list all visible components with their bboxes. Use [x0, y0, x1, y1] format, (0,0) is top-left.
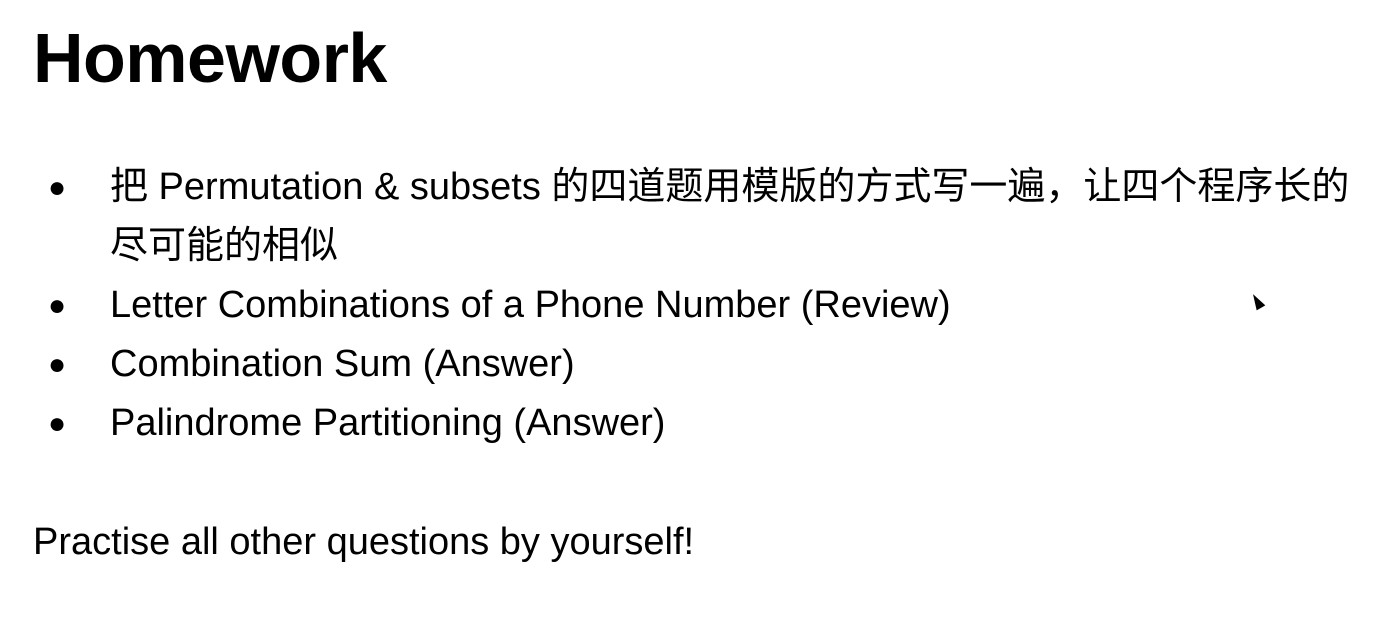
item-text: Combination Sum (Answer) [110, 343, 575, 385]
slide-title: Homework [33, 19, 387, 97]
list-item: ● Combination Sum (Answer) [0, 335, 1380, 394]
item-text: 把 Permutation & subsets 的四道题用模版的方式写一遍，让四… [110, 166, 1350, 267]
list-item: ● Palindrome Partitioning (Answer) [0, 394, 1380, 453]
bullet-icon: ● [48, 348, 67, 381]
homework-list: ● 把 Permutation & subsets 的四道题用模版的方式写一遍，让… [0, 158, 1380, 453]
list-item: ● 把 Permutation & subsets 的四道题用模版的方式写一遍，让… [0, 158, 1380, 276]
item-text: Palindrome Partitioning (Answer) [110, 402, 666, 444]
footer-text: Practise all other questions by yourself… [33, 521, 695, 563]
item-text: Letter Combinations of a Phone Number (R… [110, 284, 951, 326]
bullet-icon: ● [48, 407, 67, 440]
bullet-icon: ● [48, 171, 67, 204]
bullet-icon: ● [48, 289, 67, 322]
list-item: ● Letter Combinations of a Phone Number (… [0, 276, 1380, 335]
